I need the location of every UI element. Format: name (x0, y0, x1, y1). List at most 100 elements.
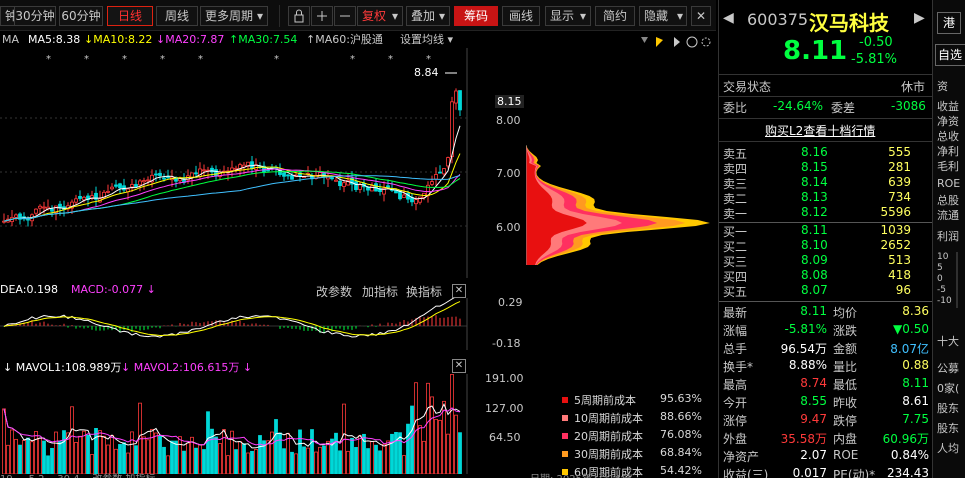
overlay-dropdown[interactable]: 叠加 ▾ (406, 6, 450, 26)
candle-body (371, 186, 374, 191)
volume-axis-label: 191.00 (485, 372, 524, 385)
price-axis-label: 6.00 (496, 221, 521, 234)
close-icon[interactable]: ✕ (452, 284, 466, 298)
side-info-item[interactable]: 总收 (937, 128, 959, 144)
volume-bar (171, 441, 174, 474)
legend-swatch (562, 415, 568, 421)
candle-body (435, 174, 438, 179)
side-info-item[interactable]: 资 (937, 78, 948, 94)
period-button-weekly[interactable]: 周线 (156, 6, 198, 26)
side-info-item[interactable]: 总股 (937, 192, 959, 208)
chips-button[interactable]: 筹码 (454, 6, 498, 26)
chevron-down-icon: ▾ (580, 7, 586, 25)
side-info-item[interactable]: 毛利 (937, 158, 959, 174)
side-info-item[interactable]: 净利 (937, 143, 959, 159)
ma-settings-button[interactable]: 设置均线 ▾ (400, 32, 453, 48)
candle-body (231, 168, 234, 171)
close-icon[interactable]: ✕ (691, 6, 711, 26)
period-button-30min[interactable]: 30分钟 (14, 6, 56, 26)
volume-bar (159, 436, 162, 474)
order-volume: 281 (869, 160, 911, 174)
volume-bar (315, 452, 318, 474)
candle-body (215, 170, 218, 177)
side-info-item[interactable]: 收益 (937, 98, 959, 114)
stat-label: 金额 (833, 340, 857, 357)
order-book-row[interactable]: 买三 8.09 513 (719, 253, 933, 269)
volume-bar (255, 449, 258, 474)
side-info-item[interactable]: 十大 (937, 333, 959, 349)
macd-axis-label: 0.29 (498, 296, 523, 309)
order-price: 8.11 (801, 223, 828, 237)
next-stock-icon[interactable]: ▶ (914, 10, 925, 26)
volume-bar (359, 436, 362, 474)
side-info-item[interactable]: 净资 (937, 113, 959, 129)
order-book-row[interactable]: 卖四 8.15 281 (719, 160, 933, 176)
period-button-daily[interactable]: 日线 (107, 6, 153, 26)
hk-badge[interactable]: 港 (937, 12, 961, 34)
stat-value: 8.88% (771, 358, 827, 372)
chip-date: 日期: 2025年1月16日 (530, 470, 631, 478)
order-book-row[interactable]: 卖二 8.13 734 (719, 190, 933, 206)
draw-button[interactable]: 画线 (502, 6, 540, 26)
volume-axis-label: 64.50 (489, 431, 521, 444)
order-book-row[interactable]: 买二 8.10 2652 (719, 238, 933, 254)
legend-label: 20周期前成本 (574, 428, 643, 444)
close-icon[interactable]: ✕ (452, 359, 466, 373)
volume-bar (27, 438, 30, 474)
side-info-item[interactable]: 0家( (937, 380, 959, 396)
volume-bar (243, 444, 246, 474)
chip-tools (636, 34, 716, 48)
volume-bar (295, 454, 298, 474)
stat-value: -5.81% (771, 322, 827, 336)
volume-bar (451, 374, 454, 474)
stat-value: 60.96万 (873, 430, 929, 447)
bottom-indicator-strip: 19 ... 5.2... 30.4... 改参数 加指标 (0, 470, 155, 478)
add-watchlist-button[interactable]: 自选 (935, 44, 965, 66)
volume-bar (247, 453, 250, 474)
stat-label: 净资产 (723, 448, 759, 465)
order-book-row[interactable]: 卖五 8.16 555 (719, 145, 933, 161)
macd-chart[interactable] (0, 298, 470, 350)
order-book-row[interactable]: 卖一 8.12 5596 (719, 205, 933, 221)
candle-body (111, 187, 114, 189)
side-info-item[interactable]: 流通 (937, 207, 959, 223)
simple-button[interactable]: 简约 (595, 6, 635, 26)
volume-bar (403, 456, 406, 474)
volume-bar (407, 424, 410, 474)
volume-chart[interactable] (0, 374, 470, 474)
order-book-row[interactable]: 买五 8.07 96 (719, 283, 933, 299)
side-info-item[interactable]: ROE (937, 177, 960, 190)
volume-bar (3, 409, 6, 474)
order-book-row[interactable]: 卖三 8.14 639 (719, 175, 933, 191)
weibi-row: 委比 -24.64% 委差 -3086 (719, 99, 933, 115)
side-info-item[interactable]: 公募 (937, 360, 959, 376)
stock-code: 600375 (747, 10, 808, 29)
period-button-60min[interactable]: 60分钟 (59, 6, 103, 26)
more-periods-dropdown[interactable]: 更多周期 ▾ (200, 6, 268, 26)
volume-bar (335, 433, 338, 474)
side-info-item[interactable]: 利润 (937, 228, 959, 244)
side-info-item[interactable]: 人均 (937, 440, 959, 456)
order-book-row[interactable]: 买一 8.11 1039 (719, 223, 933, 239)
high-price-marker: 8.84 (414, 66, 439, 79)
legend-swatch (562, 397, 568, 403)
hide-dropdown[interactable]: 隐藏 ▾ (639, 6, 687, 26)
volume-bar (187, 443, 190, 474)
candle-body (235, 168, 238, 169)
l2-upgrade-link[interactable]: 购买L2查看十档行情 (765, 122, 875, 139)
trade-status-row: 交易状态 休市 (719, 78, 933, 94)
side-info-item[interactable]: 股东 (937, 420, 959, 436)
prev-stock-icon[interactable]: ◀ (723, 10, 734, 26)
adjust-dropdown[interactable]: 复权 ▾ (357, 6, 403, 26)
order-book-row[interactable]: 买四 8.08 418 (719, 268, 933, 284)
zoom-out-icon[interactable] (334, 6, 356, 26)
order-price: 8.08 (801, 268, 828, 282)
display-dropdown[interactable]: 显示 ▾ (545, 6, 591, 26)
legend-percent: 76.08% (660, 428, 702, 441)
ma30-up-icon: ↑ (229, 33, 238, 46)
lock-icon[interactable] (288, 6, 310, 26)
candlestick-chart[interactable]: * * * * * * * * * (0, 48, 530, 278)
candle-body (431, 182, 434, 185)
side-info-item[interactable]: 股东 (937, 400, 959, 416)
zoom-in-icon[interactable] (311, 6, 333, 26)
